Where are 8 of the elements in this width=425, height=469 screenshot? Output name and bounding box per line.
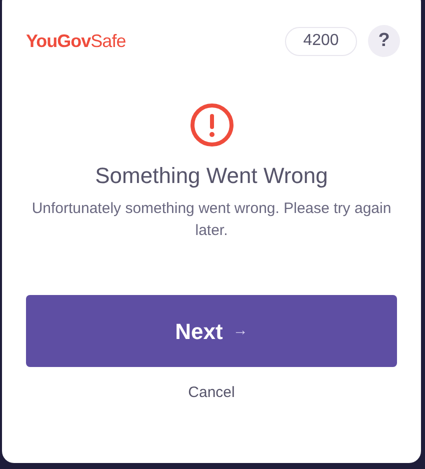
error-message: Unfortunately something went wrong. Please try again later. [30, 199, 392, 241]
points-badge: 4200 [285, 26, 357, 56]
cancel-link[interactable]: Cancel [188, 382, 235, 404]
logo: YouGovSafe [26, 30, 126, 52]
error-icon [190, 103, 234, 147]
help-button[interactable]: ? [368, 25, 400, 57]
error-title: Something Went Wrong [95, 162, 328, 190]
next-button[interactable]: Next → [26, 295, 397, 367]
